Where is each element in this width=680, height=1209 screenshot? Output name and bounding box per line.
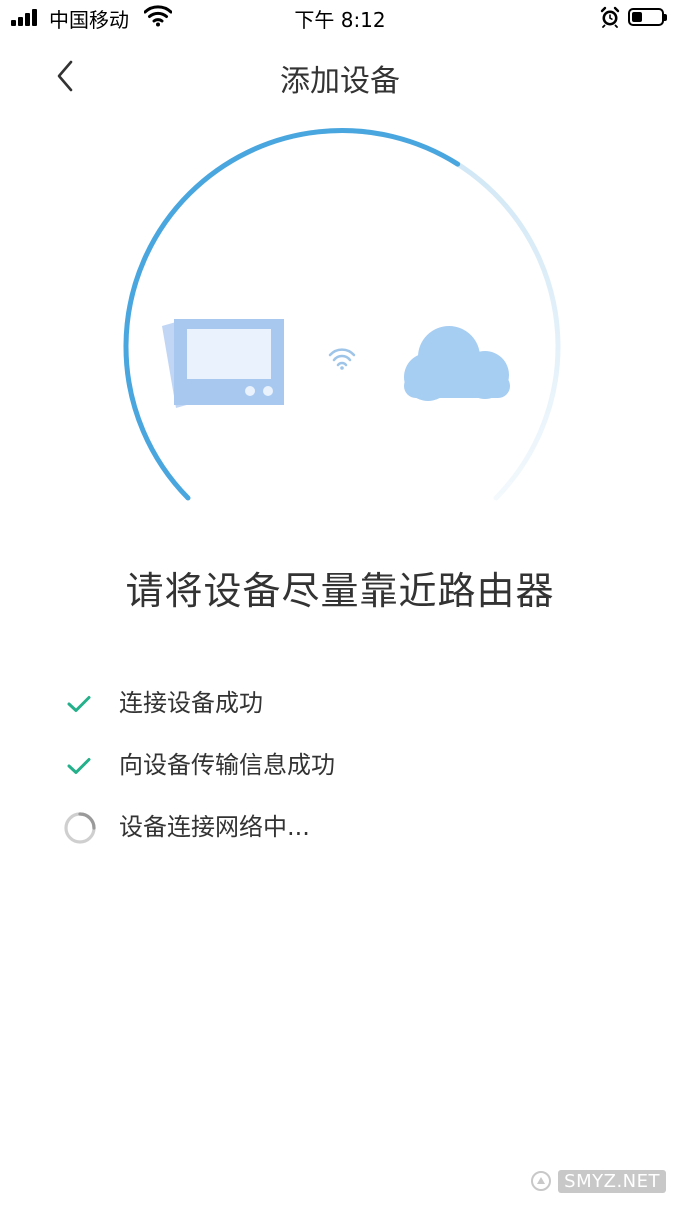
watermark: SMYZ.NET <box>530 1167 666 1195</box>
alarm-icon <box>600 6 620 28</box>
step-label: 连接设备成功 <box>119 689 263 717</box>
step-item: 向设备传输信息成功 <box>60 732 620 794</box>
smart-device-icon <box>162 319 284 408</box>
battery-icon <box>628 8 667 26</box>
step-item: 连接设备成功 <box>60 670 620 732</box>
status-bar: 中国移动 下午 8:12 <box>0 0 680 36</box>
cloud-icon <box>404 326 510 401</box>
navigation-bar: 添加设备 <box>0 40 680 112</box>
wifi-signal-icon <box>328 348 356 370</box>
checkmark-icon <box>67 696 91 712</box>
watermark-text: SMYZ.NET <box>558 1169 666 1193</box>
progress-ring-track <box>123 128 561 501</box>
loading-spinner-icon <box>64 812 96 844</box>
watermark-logo-icon <box>531 1171 552 1191</box>
page-title: 添加设备 <box>280 64 400 99</box>
instruction-text: 请将设备尽量靠近路由器 <box>125 569 555 613</box>
battery-level <box>632 12 642 22</box>
status-time: 下午 8:12 <box>294 8 386 32</box>
step-item: 设备连接网络中... <box>60 794 620 856</box>
connection-illustration <box>0 112 680 532</box>
progress-ring-arc <box>123 128 561 501</box>
step-label: 向设备传输信息成功 <box>119 751 335 779</box>
progress-steps: 连接设备成功 向设备传输信息成功 设备连接网络中... <box>60 670 620 856</box>
step-label: 设备连接网络中... <box>119 813 310 841</box>
checkmark-icon <box>67 758 91 774</box>
